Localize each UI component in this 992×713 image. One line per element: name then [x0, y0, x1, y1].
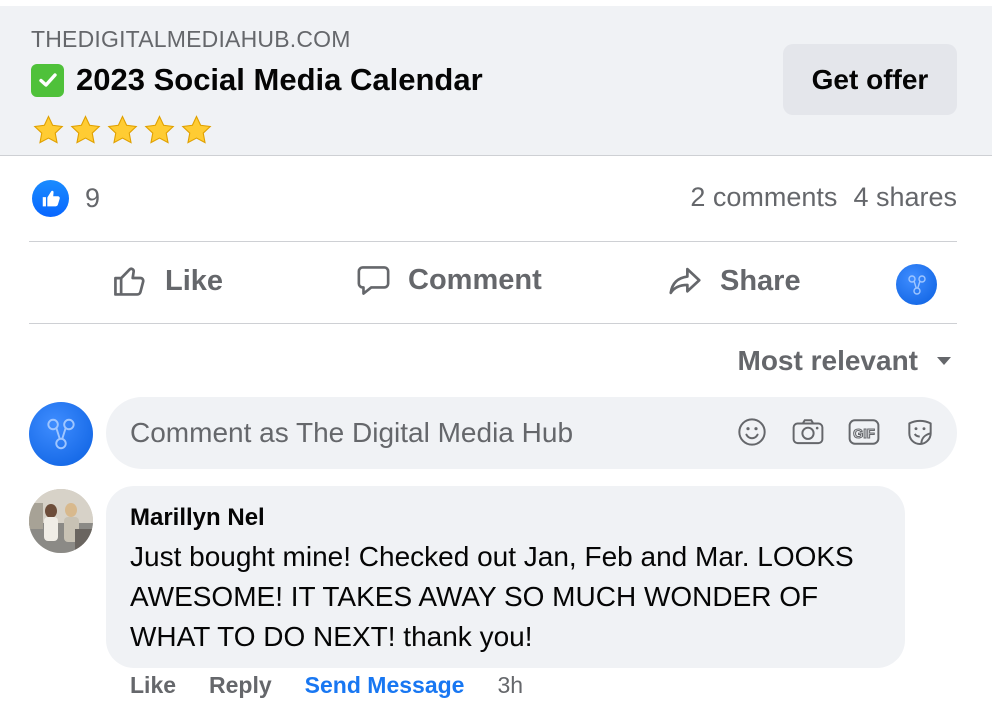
camera-icon[interactable] [791, 415, 825, 449]
comment-button[interactable]: Comment [355, 262, 542, 299]
svg-text:GIF: GIF [853, 426, 875, 441]
star-icon [181, 115, 212, 144]
gif-icon[interactable]: GIF [847, 415, 881, 449]
comment-text: Just bought mine! Checked out Jan, Feb a… [130, 541, 854, 652]
like-button[interactable]: Like [111, 262, 223, 300]
post-stats: 2 comments 4 shares [690, 182, 957, 213]
star-icon [33, 115, 64, 144]
thumbs-up-icon [114, 267, 145, 296]
link-preview[interactable]: THEDIGITALMEDIAHUB.COM 2023 Social Media… [0, 6, 992, 156]
page-avatar-icon [907, 274, 926, 295]
check-icon [31, 63, 64, 97]
comments-count-link[interactable]: 2 comments [690, 182, 837, 213]
reaction-summary[interactable]: 9 [32, 180, 100, 217]
composer-tools: GIF [735, 415, 937, 449]
send-message-link[interactable]: Send Message [305, 672, 465, 699]
sticker-icon[interactable] [903, 415, 937, 449]
like-badge-icon [32, 180, 69, 217]
preview-domain: THEDIGITALMEDIAHUB.COM [31, 26, 351, 52]
preview-title-row: 2023 Social Media Calendar [31, 62, 483, 98]
star-icon [70, 115, 101, 144]
comment-label: Comment [408, 264, 542, 296]
divider [29, 323, 957, 324]
divider [29, 241, 957, 242]
get-offer-button[interactable]: Get offer [783, 44, 957, 115]
chevron-down-icon [937, 357, 951, 365]
like-label: Like [165, 264, 224, 297]
share-icon [669, 267, 701, 295]
share-button[interactable]: Share [666, 262, 801, 300]
comment-author[interactable]: Marillyn Nel [130, 504, 265, 532]
comment-sort-dropdown[interactable]: Most relevant [738, 345, 953, 377]
page-avatar [29, 402, 93, 466]
commenter-avatar[interactable] [29, 489, 93, 553]
reaction-count: 9 [85, 183, 101, 213]
comment-input-placeholder: Comment as The Digital Media Hub [130, 417, 574, 448]
comment-reply-link[interactable]: Reply [209, 672, 272, 699]
comment-icon [357, 266, 390, 295]
page-avatar-selector[interactable] [896, 264, 937, 305]
comment-actions: Like Reply Send Message 3h [130, 672, 523, 699]
sort-label: Most relevant [737, 345, 919, 376]
emoji-icon[interactable] [735, 415, 769, 449]
shares-count-link[interactable]: 4 shares [853, 182, 957, 213]
star-icon [107, 115, 138, 144]
comment-bubble: Marillyn Nel Just bought mine! Checked o… [106, 486, 905, 668]
page-avatar-icon [47, 418, 75, 450]
share-label: Share [720, 264, 801, 297]
preview-title: 2023 Social Media Calendar [76, 62, 483, 97]
star-rating [31, 114, 214, 147]
comment-input[interactable]: Comment as The Digital Media Hub GIF [106, 397, 957, 469]
comment-timestamp[interactable]: 3h [497, 672, 523, 699]
star-icon [144, 115, 175, 144]
comment-like-link[interactable]: Like [130, 672, 176, 699]
